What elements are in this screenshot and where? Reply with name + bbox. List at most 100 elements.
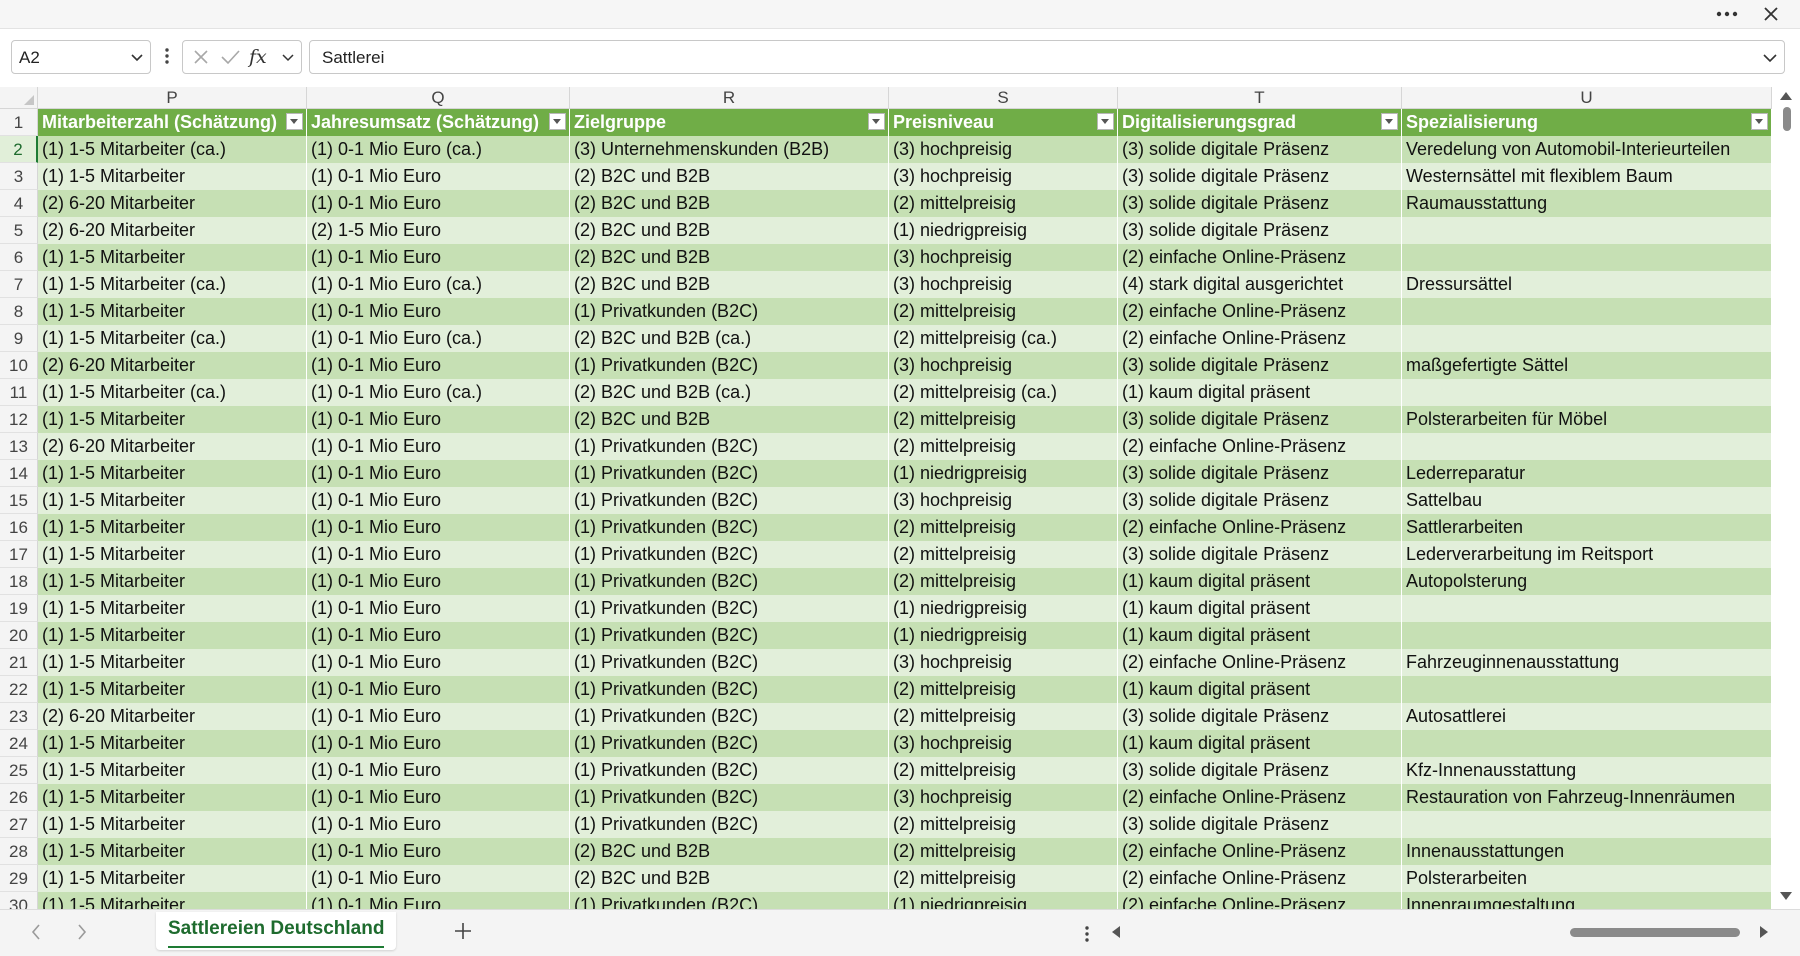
table-cell[interactable]: (1) 0-1 Mio Euro: [307, 406, 570, 433]
table-cell[interactable]: (1) 1-5 Mitarbeiter: [38, 406, 307, 433]
table-cell[interactable]: (1) 1-5 Mitarbeiter: [38, 892, 307, 909]
table-cell[interactable]: (3) solide digitale Präsenz: [1118, 703, 1402, 730]
header-cell[interactable]: Mitarbeiterzahl (Schätzung): [38, 109, 307, 136]
table-cell[interactable]: (2) B2C und B2B: [570, 244, 889, 271]
table-cell[interactable]: (2) einfache Online-Präsenz: [1118, 298, 1402, 325]
table-cell[interactable]: (1) 0-1 Mio Euro: [307, 163, 570, 190]
table-cell[interactable]: (1) 1-5 Mitarbeiter: [38, 163, 307, 190]
table-cell[interactable]: (2) mittelpreisig (ca.): [889, 379, 1118, 406]
table-cell[interactable]: (2) 6-20 Mitarbeiter: [38, 190, 307, 217]
table-cell[interactable]: (1) Privatkunden (B2C): [570, 487, 889, 514]
table-cell[interactable]: (2) B2C und B2B: [570, 271, 889, 298]
row-number[interactable]: 16: [0, 514, 38, 541]
table-cell[interactable]: (1) Privatkunden (B2C): [570, 595, 889, 622]
table-cell[interactable]: (1) 0-1 Mio Euro: [307, 865, 570, 892]
table-cell[interactable]: (3) solide digitale Präsenz: [1118, 541, 1402, 568]
table-cell[interactable]: Autosattlerei: [1402, 703, 1772, 730]
table-cell[interactable]: (2) mittelpreisig: [889, 514, 1118, 541]
table-cell[interactable]: (2) B2C und B2B: [570, 838, 889, 865]
table-cell[interactable]: (3) Unternehmenskunden (B2B): [570, 136, 889, 163]
table-cell[interactable]: (2) einfache Online-Präsenz: [1118, 514, 1402, 541]
sheet-tab-sattlereien-deutschland[interactable]: Sattlereien Deutschland: [156, 912, 397, 950]
column-header-r[interactable]: R: [570, 87, 889, 109]
table-cell[interactable]: (2) einfache Online-Präsenz: [1118, 244, 1402, 271]
table-cell[interactable]: (1) 0-1 Mio Euro (ca.): [307, 271, 570, 298]
table-cell[interactable]: Polsterarbeiten: [1402, 865, 1772, 892]
table-cell[interactable]: (2) 6-20 Mitarbeiter: [38, 352, 307, 379]
table-cell[interactable]: (3) solide digitale Präsenz: [1118, 487, 1402, 514]
table-cell[interactable]: (1) 0-1 Mio Euro: [307, 595, 570, 622]
table-cell[interactable]: (2) B2C und B2B: [570, 163, 889, 190]
table-cell[interactable]: (1) 1-5 Mitarbeiter: [38, 244, 307, 271]
column-header-u[interactable]: U: [1402, 87, 1772, 109]
chevron-down-icon[interactable]: [130, 50, 144, 69]
table-cell[interactable]: (1) Privatkunden (B2C): [570, 892, 889, 909]
table-cell[interactable]: (1) niedrigpreisig: [889, 892, 1118, 909]
table-cell[interactable]: Polsterarbeiten für Möbel: [1402, 406, 1772, 433]
vertical-dots-icon[interactable]: [1083, 924, 1091, 949]
vertical-scrollbar[interactable]: [1772, 87, 1800, 909]
table-cell[interactable]: (1) 1-5 Mitarbeiter: [38, 568, 307, 595]
table-cell[interactable]: (1) 0-1 Mio Euro: [307, 352, 570, 379]
next-sheet-icon[interactable]: [76, 923, 88, 946]
table-cell[interactable]: (1) 1-5 Mitarbeiter: [38, 649, 307, 676]
row-number[interactable]: 22: [0, 676, 38, 703]
table-cell[interactable]: [1402, 676, 1772, 703]
row-number[interactable]: 26: [0, 784, 38, 811]
column-header-s[interactable]: S: [889, 87, 1118, 109]
table-cell[interactable]: (2) einfache Online-Präsenz: [1118, 838, 1402, 865]
table-cell[interactable]: Sattelbau: [1402, 487, 1772, 514]
table-cell[interactable]: (1) 1-5 Mitarbeiter: [38, 676, 307, 703]
row-number[interactable]: 29: [0, 865, 38, 892]
table-cell[interactable]: (1) 1-5 Mitarbeiter: [38, 811, 307, 838]
table-cell[interactable]: (3) solide digitale Präsenz: [1118, 460, 1402, 487]
filter-dropdown-icon[interactable]: [1751, 113, 1768, 130]
table-cell[interactable]: (1) 0-1 Mio Euro: [307, 784, 570, 811]
row-number[interactable]: 11: [0, 379, 38, 406]
row-number[interactable]: 5: [0, 217, 38, 244]
header-cell[interactable]: Zielgruppe: [570, 109, 889, 136]
table-cell[interactable]: (1) 1-5 Mitarbeiter (ca.): [38, 271, 307, 298]
table-cell[interactable]: (3) solide digitale Präsenz: [1118, 217, 1402, 244]
table-cell[interactable]: (1) Privatkunden (B2C): [570, 514, 889, 541]
table-cell[interactable]: Fahrzeuginnenausstattung: [1402, 649, 1772, 676]
table-cell[interactable]: (3) hochpreisig: [889, 136, 1118, 163]
table-cell[interactable]: (1) niedrigpreisig: [889, 595, 1118, 622]
table-cell[interactable]: (1) 0-1 Mio Euro: [307, 730, 570, 757]
table-cell[interactable]: (1) 1-5 Mitarbeiter: [38, 595, 307, 622]
header-cell[interactable]: Jahresumsatz (Schätzung): [307, 109, 570, 136]
table-cell[interactable]: (1) 1-5 Mitarbeiter: [38, 622, 307, 649]
table-cell[interactable]: Innenraumgestaltung: [1402, 892, 1772, 909]
row-number[interactable]: 23: [0, 703, 38, 730]
table-cell[interactable]: (1) Privatkunden (B2C): [570, 703, 889, 730]
table-cell[interactable]: (3) hochpreisig: [889, 352, 1118, 379]
scroll-up-icon[interactable]: [1779, 89, 1793, 107]
row-number[interactable]: 21: [0, 649, 38, 676]
table-cell[interactable]: (1) 0-1 Mio Euro: [307, 622, 570, 649]
table-cell[interactable]: (1) 0-1 Mio Euro: [307, 757, 570, 784]
row-number[interactable]: 2: [0, 136, 38, 163]
table-cell[interactable]: (1) 0-1 Mio Euro (ca.): [307, 325, 570, 352]
table-cell[interactable]: (2) B2C und B2B (ca.): [570, 325, 889, 352]
row-number[interactable]: 25: [0, 757, 38, 784]
table-cell[interactable]: (1) 0-1 Mio Euro (ca.): [307, 379, 570, 406]
column-header-t[interactable]: T: [1118, 87, 1402, 109]
table-cell[interactable]: (1) 0-1 Mio Euro: [307, 244, 570, 271]
table-cell[interactable]: (4) stark digital ausgerichtet: [1118, 271, 1402, 298]
row-number[interactable]: 30: [0, 892, 38, 909]
table-cell[interactable]: (1) kaum digital präsent: [1118, 568, 1402, 595]
row-number[interactable]: 9: [0, 325, 38, 352]
table-cell[interactable]: (3) hochpreisig: [889, 784, 1118, 811]
table-cell[interactable]: (1) 0-1 Mio Euro: [307, 649, 570, 676]
table-cell[interactable]: [1402, 244, 1772, 271]
table-cell[interactable]: (2) mittelpreisig: [889, 838, 1118, 865]
expand-formula-icon[interactable]: [1762, 50, 1778, 69]
table-cell[interactable]: Raumausstattung: [1402, 190, 1772, 217]
table-cell[interactable]: (1) Privatkunden (B2C): [570, 649, 889, 676]
check-icon[interactable]: [219, 47, 241, 72]
table-cell[interactable]: (1) niedrigpreisig: [889, 217, 1118, 244]
table-cell[interactable]: Kfz-Innenausstattung: [1402, 757, 1772, 784]
row-number[interactable]: 13: [0, 433, 38, 460]
column-header-q[interactable]: Q: [307, 87, 570, 109]
table-cell[interactable]: (1) Privatkunden (B2C): [570, 298, 889, 325]
